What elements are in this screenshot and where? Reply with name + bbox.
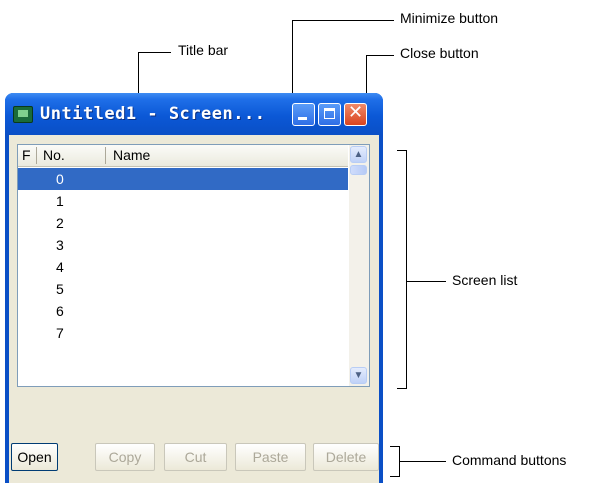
screen-number: 7: [56, 325, 64, 341]
column-header-no[interactable]: No.: [43, 145, 98, 166]
vertical-scrollbar[interactable]: ▲ ▼: [349, 145, 369, 386]
scroll-up-button[interactable]: ▲: [350, 146, 367, 163]
list-item[interactable]: 3: [18, 234, 348, 256]
screen-list-window: Untitled1 - Screen... ✕ F No. Name 0 1 2…: [5, 93, 383, 483]
list-rows: 0 1 2 3 4 5 6 7: [18, 168, 348, 344]
screen-number: 3: [56, 237, 64, 253]
column-divider[interactable]: [105, 147, 106, 164]
paste-button[interactable]: Paste: [235, 443, 306, 471]
title-bar-callout: Title bar: [178, 42, 229, 58]
command-bracket-bottom: [390, 476, 400, 477]
column-header-name[interactable]: Name: [113, 145, 313, 166]
list-item[interactable]: 2: [18, 212, 348, 234]
minimize-icon: [298, 117, 307, 120]
list-header: F No. Name: [18, 145, 348, 167]
close-icon: ✕: [347, 102, 364, 123]
screen-number: 0: [56, 171, 64, 187]
title-bar-leader-v: [138, 52, 139, 93]
screen-number: 1: [56, 193, 64, 209]
column-header-f[interactable]: F: [22, 145, 34, 166]
column-divider[interactable]: [36, 147, 37, 164]
screen-number: 5: [56, 281, 64, 297]
window-client-area: F No. Name 0 1 2 3 4 5 6 7 ▲ ▼ Open Copy…: [9, 135, 379, 483]
title-bar[interactable]: Untitled1 - Screen... ✕: [5, 93, 383, 135]
close-button[interactable]: ✕: [344, 102, 367, 126]
list-item[interactable]: 5: [18, 278, 348, 300]
command-leader: [399, 461, 446, 462]
window-border-right: [379, 135, 383, 483]
minimize-leader-h: [292, 20, 394, 21]
maximize-icon: [324, 108, 335, 119]
copy-button[interactable]: Copy: [95, 443, 155, 471]
delete-button[interactable]: Delete: [313, 443, 379, 471]
minimize-leader-v: [292, 20, 293, 103]
chevron-up-icon: ▲: [353, 149, 364, 160]
close-leader-h: [366, 55, 394, 56]
screen-number: 4: [56, 259, 64, 275]
screen-list-leader: [406, 281, 446, 282]
minimize-button-callout: Minimize button: [400, 10, 499, 26]
screen-number: 6: [56, 303, 64, 319]
screen-list-callout: Screen list: [452, 272, 518, 288]
close-button-callout: Close button: [400, 45, 479, 61]
open-button[interactable]: Open: [11, 443, 58, 471]
minimize-button[interactable]: [292, 103, 315, 126]
screen-list-bracket-v: [406, 150, 407, 388]
window-title: Untitled1 - Screen...: [40, 104, 266, 124]
screen-number: 2: [56, 215, 64, 231]
scroll-down-button[interactable]: ▼: [350, 367, 367, 384]
command-buttons-callout: Command buttons: [452, 452, 567, 468]
list-item[interactable]: 0: [18, 168, 348, 190]
cut-button[interactable]: Cut: [164, 443, 227, 471]
scroll-thumb[interactable]: [350, 165, 367, 175]
chevron-down-icon: ▼: [353, 370, 364, 381]
screen-list[interactable]: F No. Name 0 1 2 3 4 5 6 7 ▲ ▼: [17, 144, 370, 387]
title-bar-leader-h: [138, 52, 171, 53]
list-item[interactable]: 4: [18, 256, 348, 278]
screen-list-bracket-bottom: [397, 388, 407, 389]
list-item[interactable]: 1: [18, 190, 348, 212]
list-item[interactable]: 6: [18, 300, 348, 322]
list-item[interactable]: 7: [18, 322, 348, 344]
maximize-button[interactable]: [318, 103, 341, 126]
app-icon[interactable]: [13, 106, 33, 123]
